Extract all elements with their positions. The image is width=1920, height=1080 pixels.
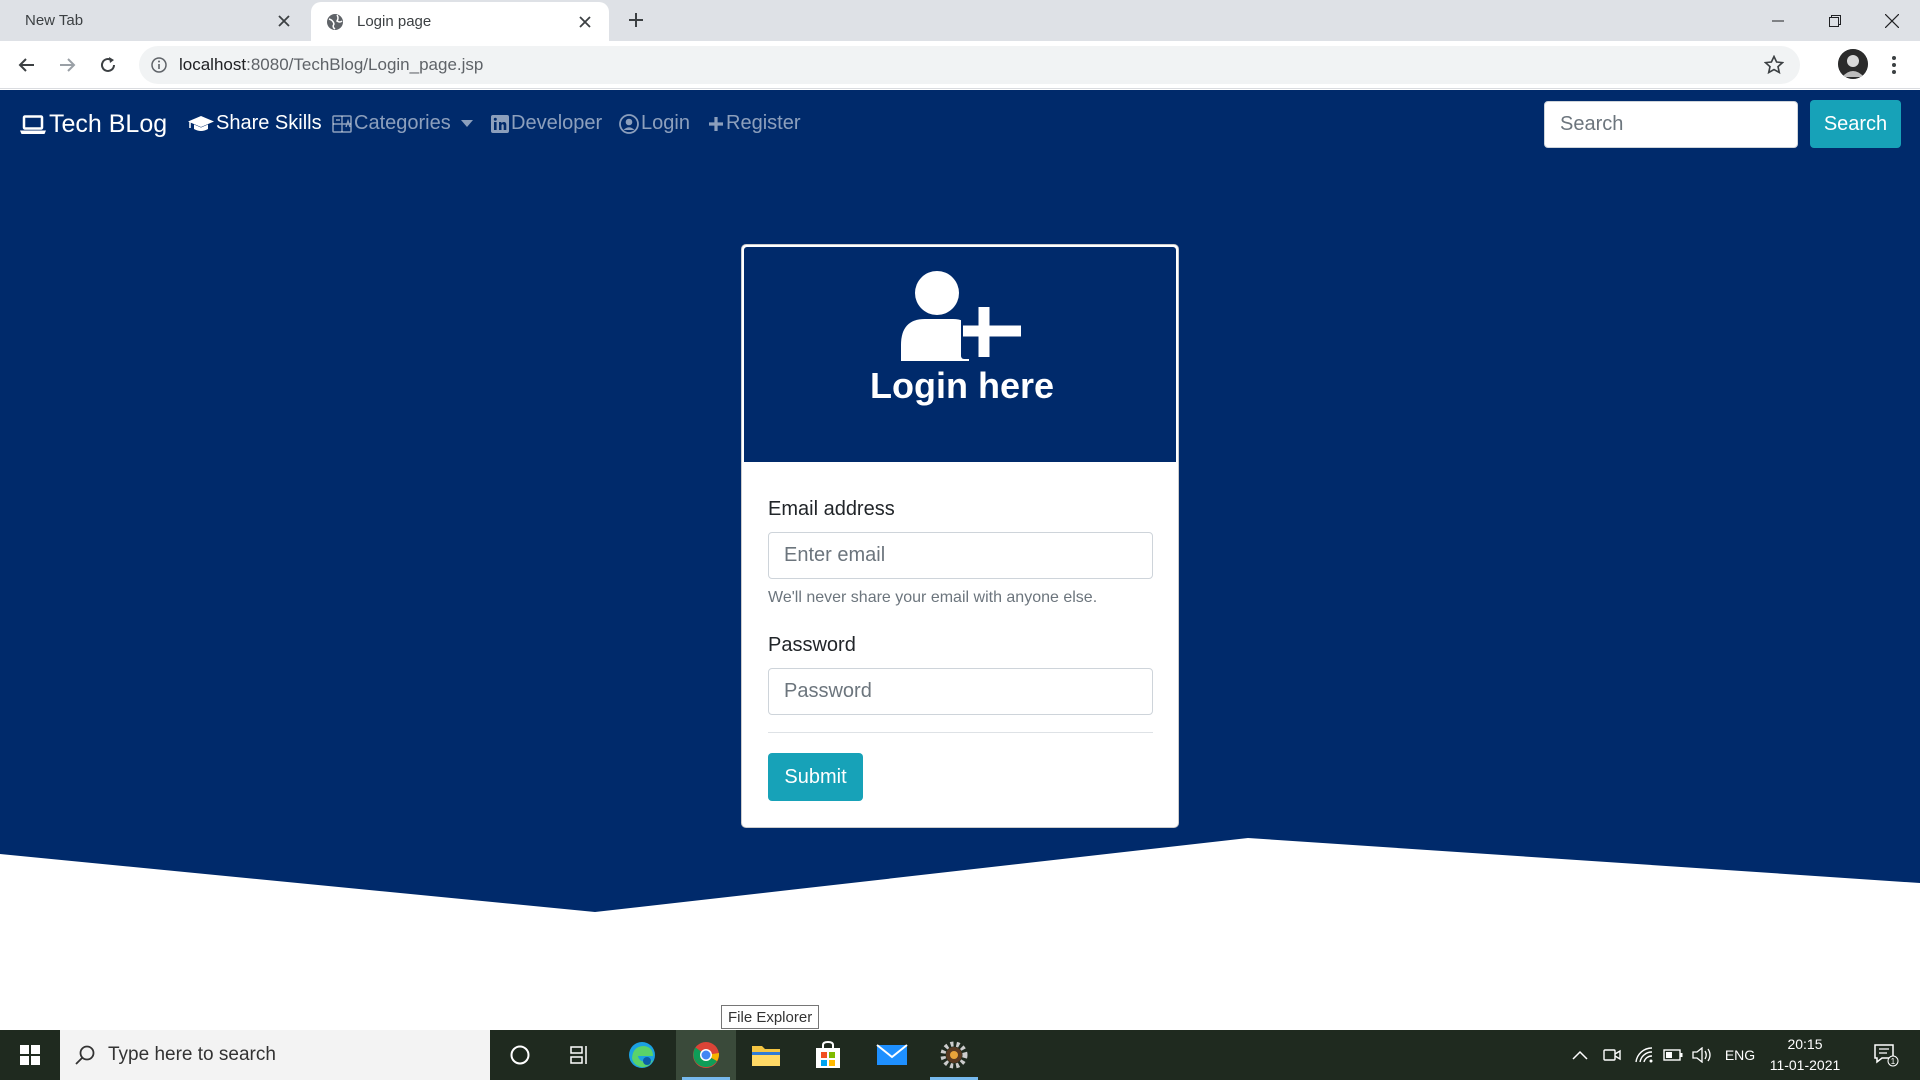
tab-new-tab[interactable]: New Tab [0,0,308,41]
tab-title: Login page [357,13,432,30]
info-icon[interactable] [151,57,167,73]
windows-taskbar: Type here to search ENG 20:15 11-01-2021… [0,1030,1920,1080]
globe-icon [325,12,345,32]
language-label: ENG [1724,1047,1756,1063]
nav-share-skills-label: Share Skills [216,112,322,134]
nav-login[interactable]: Login [619,112,690,135]
address-bar[interactable]: localhost:8080/TechBlog/Login_page.jsp [139,46,1800,84]
nav-register[interactable]: Register [708,112,800,135]
email-label: Email address [768,498,895,520]
nav-developer-label: Developer [511,112,603,134]
search-icon [75,1045,95,1065]
tab-title: New Tab [25,12,84,29]
back-arrow-icon[interactable] [13,51,41,79]
close-icon[interactable] [270,7,298,35]
navbar-search-input[interactable] [1544,101,1798,148]
edge-browser-icon[interactable] [612,1030,672,1080]
window-close-icon[interactable] [1863,0,1920,41]
email-help-text: We'll never share your email with anyone… [768,589,1098,606]
task-view-icon[interactable] [550,1030,610,1080]
meet-now-icon[interactable] [1600,1030,1624,1080]
linkedin-icon [491,114,509,133]
password-label: Password [768,634,856,656]
file-explorer-icon[interactable] [736,1030,796,1080]
notification-center-icon[interactable]: 1 [1866,1030,1906,1080]
nav-login-label: Login [641,112,690,134]
close-icon[interactable] [571,8,599,36]
new-tab-plus-icon[interactable] [622,6,650,34]
login-card: Login here Email address We'll never sha… [741,244,1179,828]
cortana-icon[interactable] [490,1030,550,1080]
file-explorer-tooltip: File Explorer [721,1005,820,1029]
password-field[interactable] [768,668,1153,715]
taskbar-search-placeholder: Type here to search [108,1044,276,1065]
volume-icon[interactable] [1690,1030,1714,1080]
notification-count: 1 [1891,1057,1896,1066]
user-circle-icon [619,113,639,134]
chrome-browser-icon[interactable] [676,1030,736,1080]
bookmark-star-icon[interactable] [1764,55,1784,75]
graduation-cap-icon [188,115,214,131]
taskbar-search-box[interactable]: Type here to search [60,1030,490,1080]
mail-icon[interactable] [862,1030,922,1080]
web-page: Tech BLog Share Skills Categories Develo… [0,90,1920,1030]
tab-login-page[interactable]: Login page [311,2,609,41]
brand-name: Tech BLog [49,110,168,138]
profile-avatar-icon[interactable] [1838,49,1868,79]
url-host: localhost [179,55,247,74]
kebab-menu-icon[interactable] [1882,51,1906,79]
laptop-icon [20,114,46,134]
site-navbar: Tech BLog Share Skills Categories Develo… [0,90,1920,160]
input-language-indicator[interactable]: ENG [1722,1030,1758,1080]
microsoft-store-icon[interactable] [798,1030,858,1080]
clock-time: 20:15 [1787,1036,1823,1052]
login-card-header: Login here [742,245,1178,464]
email-field[interactable] [768,532,1153,579]
battery-icon[interactable] [1661,1030,1685,1080]
browser-tab-strip: New Tab Login page [0,0,1920,41]
window-controls [1749,0,1920,41]
windows-start-icon[interactable] [0,1030,60,1080]
restore-icon[interactable] [1806,0,1863,41]
reload-icon[interactable] [94,51,122,79]
nav-developer[interactable]: Developer [491,112,602,135]
brand-link[interactable]: Tech BLog [20,110,167,139]
submit-button[interactable]: Submit [768,753,863,801]
forward-arrow-icon[interactable] [53,51,81,79]
chevron-up-icon[interactable] [1568,1030,1592,1080]
settings-gear-icon[interactable] [924,1030,984,1080]
form-divider [768,732,1153,733]
minimize-icon[interactable] [1749,0,1806,41]
clock-date: 11-01-2021 [1769,1057,1841,1073]
clock[interactable]: 20:15 11-01-2021 [1760,1034,1850,1076]
plus-icon [709,116,723,131]
user-plus-icon [901,271,1023,361]
nav-categories-dropdown[interactable]: Categories [332,112,473,135]
navbar-search-button[interactable]: Search [1810,100,1901,148]
url-path: :8080/TechBlog/Login_page.jsp [246,55,484,74]
language-icon [332,114,352,133]
wifi-icon[interactable] [1632,1030,1656,1080]
nav-register-label: Register [726,112,801,134]
chevron-down-icon [460,120,473,127]
nav-share-skills[interactable]: Share Skills [188,112,322,135]
nav-categories-label: Categories [354,112,451,134]
browser-toolbar: localhost:8080/TechBlog/Login_page.jsp [0,41,1920,89]
login-title: Login here [869,365,1054,406]
